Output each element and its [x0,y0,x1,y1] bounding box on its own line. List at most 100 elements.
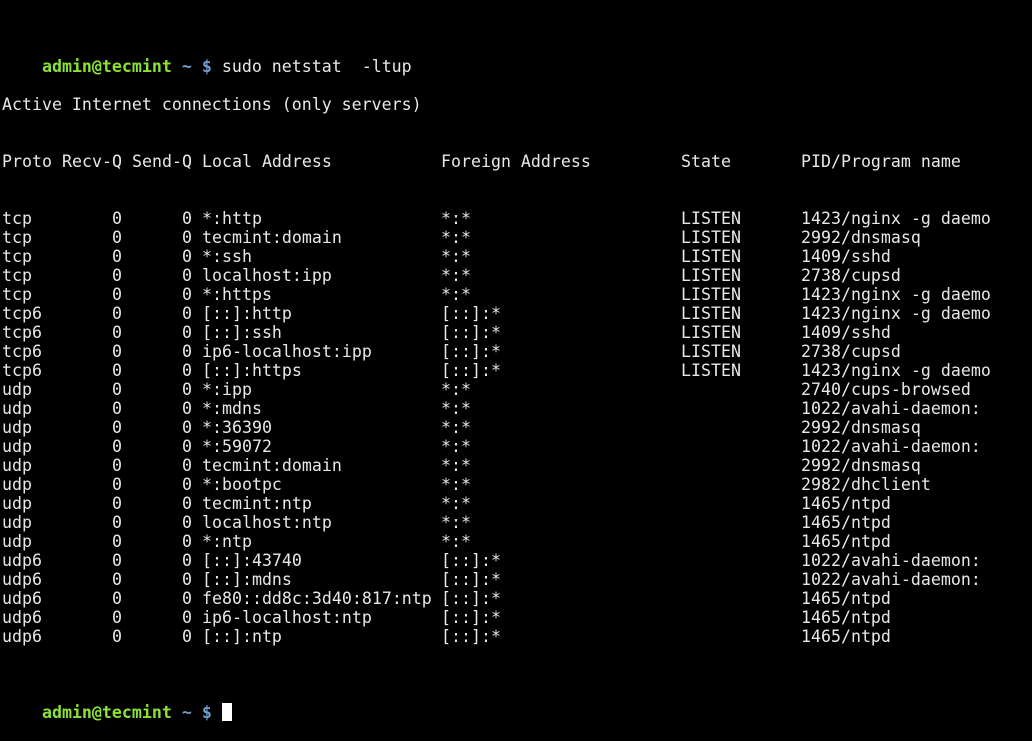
cell-foreign-address: [::]:* [441,570,501,589]
cell-send-q: 0 [182,532,192,551]
cell-local-address: *:ipp [202,380,252,399]
table-row: udp 0 0 *:ntp *:* 1465/ntpd [2,532,1032,551]
table-row: tcp 0 0 localhost:ipp *:* LISTEN 2738/cupsd [2,266,1032,285]
table-row: udp6 0 0 [::]:mdns [::]:* 1022/avahi-daemon: [2,570,1032,589]
table-row: tcp6 0 0 [::]:https [::]:* LISTEN 1423/nginx -… [2,361,1032,380]
cell-state: LISTEN [681,209,741,228]
cell-state: LISTEN [681,285,741,304]
cell-local-address: localhost:ipp [202,266,332,285]
table-row: tcp6 0 0 [::]:http [::]:* LISTEN 1423/nginx -g… [2,304,1032,323]
cell-state: LISTEN [681,304,741,323]
table-row: udp 0 0 tecmint:domain *:* 2992/dnsmasq [2,456,1032,475]
cell-local-address: *:36390 [202,418,272,437]
prompt-user-host: admin@tecmint [41,703,172,722]
cell-pid-program: 2992/dnsmasq [801,418,921,437]
cell-pid-program: 1465/ntpd [801,589,891,608]
cell-state: LISTEN [681,361,741,380]
cell-pid-program: 1423/nginx -g daemo [801,285,991,304]
cell-pid-program: 1465/ntpd [801,627,891,646]
connection-table: tcp 0 0 *:http *:* LISTEN 1423/nginx -g daemo t… [2,209,1032,646]
table-row: udp6 0 0 ip6-localhost:ntp [::]:* 1465/ntpd [2,608,1032,627]
cell-pid-program: 1022/avahi-daemon: [801,570,981,589]
table-row: tcp6 0 0 [::]:ssh [::]:* LISTEN 1409/sshd [2,323,1032,342]
cell-send-q: 0 [182,342,192,361]
cell-foreign-address: *:* [441,494,471,513]
cell-pid-program: 1409/sshd [801,247,891,266]
cell-send-q: 0 [182,361,192,380]
cell-local-address: tecmint:ntp [202,494,312,513]
prompt-path: ~ [181,57,192,76]
active-prompt-line[interactable]: admin@tecmint ~ $ [2,684,1032,722]
table-row: udp 0 0 localhost:ntp *:* 1465/ntpd [2,513,1032,532]
cell-local-address: *:mdns [202,399,262,418]
table-row: tcp 0 0 *:ssh *:* LISTEN 1409/sshd [2,247,1032,266]
cell-send-q: 0 [182,513,192,532]
table-row: udp6 0 0 fe80::dd8c:3d40:817:ntp [::]:* 1465/… [2,589,1032,608]
cell-foreign-address: [::]:* [441,304,501,323]
cell-foreign-address: [::]:* [441,361,501,380]
cell-pid-program: 1465/ntpd [801,494,891,513]
cell-local-address: tecmint:domain [202,228,342,247]
cell-local-address: *:http [202,209,262,228]
header-foreign-address: Foreign Address [441,152,591,171]
cell-foreign-address: *:* [441,532,471,551]
cell-state: LISTEN [681,247,741,266]
cell-send-q: 0 [182,627,192,646]
cell-pid-program: 1022/avahi-daemon: [801,551,981,570]
cell-local-address: [::]:43740 [202,551,302,570]
header-proto: Proto [2,152,52,171]
cell-pid-program: 1465/ntpd [801,608,891,627]
cell-foreign-address: *:* [441,247,471,266]
cell-send-q: 0 [182,456,192,475]
command-text: sudo netstat -ltup [221,57,412,76]
cell-pid-program: 1423/nginx -g daemo [801,304,991,323]
table-row: tcp 0 0 tecmint:domain *:* LISTEN 2992/dnsmasq [2,228,1032,247]
cell-send-q: 0 [182,285,192,304]
table-row: udp 0 0 tecmint:ntp *:* 1465/ntpd [2,494,1032,513]
cell-foreign-address: *:* [441,228,471,247]
cell-foreign-address: [::]:* [441,627,501,646]
cell-pid-program: 2738/cupsd [801,342,901,361]
cell-local-address: [::]:ntp [202,627,282,646]
cell-send-q: 0 [182,380,192,399]
cell-local-address: *:bootpc [202,475,282,494]
cell-pid-program: 2738/cupsd [801,266,901,285]
cell-send-q: 0 [182,494,192,513]
cell-foreign-address: *:* [441,437,471,456]
cell-foreign-address: *:* [441,418,471,437]
cell-foreign-address: *:* [441,513,471,532]
cell-send-q: 0 [182,475,192,494]
output-summary: Active Internet connections (only server… [2,95,422,114]
cell-pid-program: 2982/dhclient [801,475,931,494]
command-line: admin@tecmint ~ $ sudo netstat -ltup [2,38,1032,76]
cell-foreign-address: *:* [441,475,471,494]
cell-send-q: 0 [182,437,192,456]
cell-pid-program: 1022/avahi-daemon: [801,437,981,456]
table-row: udp 0 0 *:59072 *:* 1022/avahi-daemon: [2,437,1032,456]
prompt-symbol: $ [201,57,212,76]
cell-send-q: 0 [182,608,192,627]
cell-foreign-address: *:* [441,285,471,304]
prompt-symbol: $ [201,703,212,722]
header-pid-program: PID/Program name [801,152,961,171]
cell-foreign-address: *:* [441,380,471,399]
cell-state: LISTEN [681,266,741,285]
cell-pid-program: 2992/dnsmasq [801,456,921,475]
table-row: udp6 0 0 [::]:ntp [::]:* 1465/ntpd [2,627,1032,646]
header-send-q: Send-Q [132,152,192,171]
cell-send-q: 0 [182,228,192,247]
table-row: udp 0 0 *:ipp *:* 2740/cups-browsed [2,380,1032,399]
table-row: udp 0 0 *:36390 *:* 2992/dnsmasq [2,418,1032,437]
cell-send-q: 0 [182,266,192,285]
cell-local-address: [::]:mdns [202,570,292,589]
cell-state: LISTEN [681,323,741,342]
cell-foreign-address: [::]:* [441,589,501,608]
terminal-window[interactable]: admin@tecmint ~ $ sudo netstat -ltup Act… [0,0,1032,722]
cell-send-q: 0 [182,323,192,342]
cell-foreign-address: [::]:* [441,608,501,627]
cell-pid-program: 1465/ntpd [801,532,891,551]
text-cursor [221,703,232,721]
cell-local-address: ip6-localhost:ipp [202,342,372,361]
cell-foreign-address: *:* [441,266,471,285]
prompt-path: ~ [181,703,192,722]
